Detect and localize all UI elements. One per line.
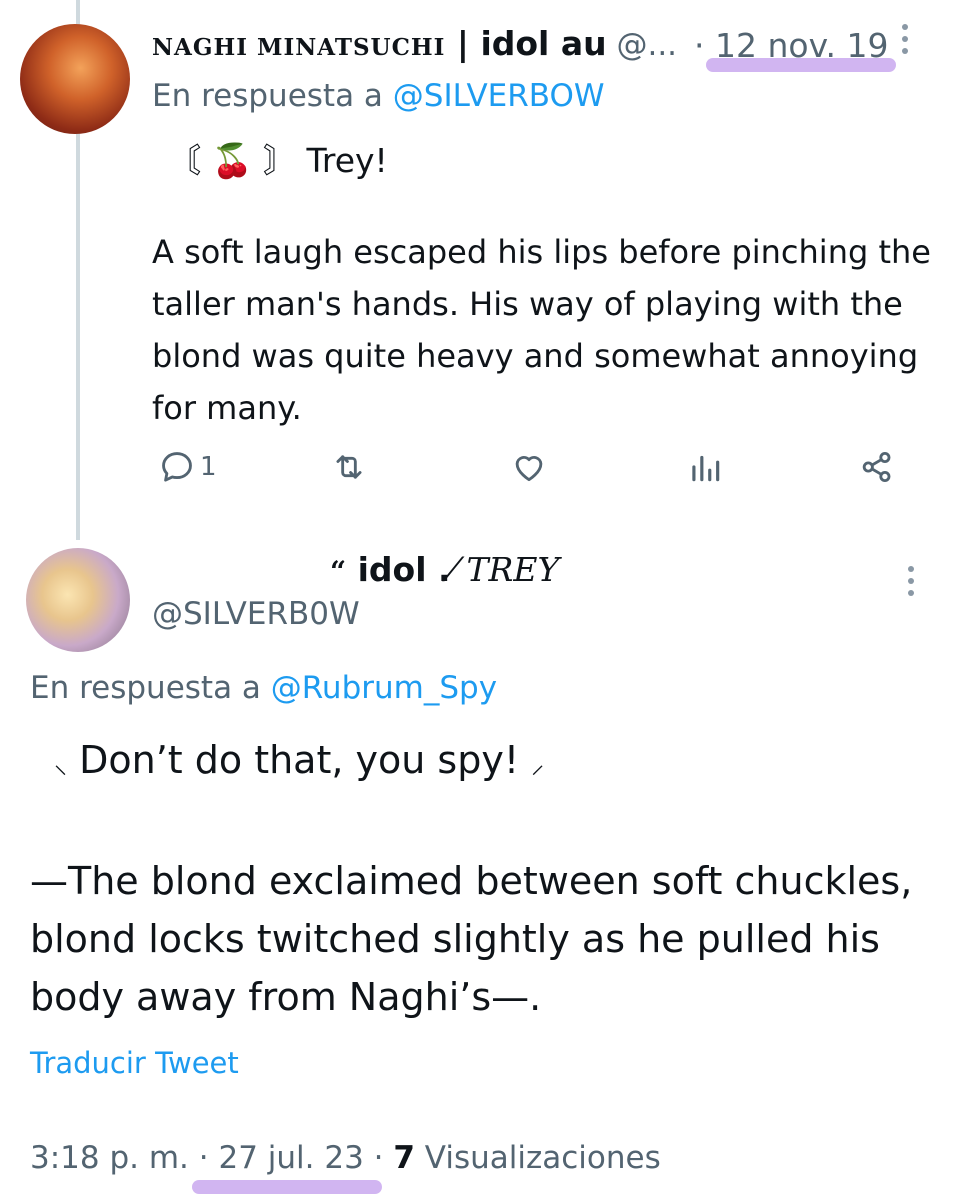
retweet-icon <box>336 455 362 479</box>
reply-context: En respuesta a @SILVERBOW <box>152 78 605 114</box>
share-icon <box>862 451 891 483</box>
avatar[interactable] <box>20 24 130 134</box>
display-name-suffix: | idol au <box>445 24 607 63</box>
views-icon <box>692 455 720 482</box>
tweet1-first-line: 〘 🍒 〙 Trey! <box>168 141 388 180</box>
reply-prefix: En respuesta a <box>152 78 393 114</box>
display-name-italic: ⁄ TREY <box>450 550 560 589</box>
like-button[interactable] <box>510 448 548 488</box>
sparkle-left: ⸜ <box>54 750 68 780</box>
views-button[interactable] <box>686 448 724 488</box>
translate-link[interactable]: Traducir Tweet <box>30 1046 239 1080</box>
tweet1-body: A soft laugh escaped his lips before pin… <box>152 233 931 427</box>
tweet2-author[interactable]: “ idol .⁄ TREY <box>330 550 559 589</box>
reply-to-link[interactable]: @Rubrum_Spy <box>271 670 497 706</box>
tweet-time[interactable]: 3:18 p. m. <box>30 1140 199 1176</box>
reply-context: En respuesta a @Rubrum_Spy <box>30 670 497 706</box>
meta-separator: · <box>363 1140 394 1176</box>
tweet-date[interactable]: · 27 jul. 23 <box>199 1140 364 1176</box>
more-options-icon[interactable] <box>898 566 924 606</box>
user-handle[interactable]: @SILVERB0W <box>152 596 360 632</box>
reply-count: 1 <box>200 452 217 482</box>
display-name: idol . <box>346 550 451 589</box>
tweet2-meta: 3:18 p. m. · 27 jul. 23 · 7 Visualizacio… <box>30 1140 661 1176</box>
heart-icon <box>515 456 543 482</box>
views-label: Visualizaciones <box>414 1140 661 1176</box>
user-handle: @... <box>606 27 678 63</box>
reply-button[interactable] <box>158 448 196 488</box>
reply-to-link[interactable]: @SILVERBOW <box>393 78 605 114</box>
tweet2-body: —The blond exclaimed between soft chuckl… <box>30 859 913 1019</box>
display-name-quote: “ <box>330 555 347 588</box>
tweet1-author[interactable]: NAGHI MINATSUCHI | idol au @... <box>152 24 677 63</box>
share-button[interactable] <box>858 448 896 488</box>
reply-prefix: En respuesta a <box>30 670 271 706</box>
tweet2-first-line: ⸜ Don’t do that, you spy! ⸝ <box>54 738 544 782</box>
date-highlight-mark <box>192 1180 382 1194</box>
more-options-icon[interactable] <box>892 24 918 64</box>
reply-icon <box>162 452 192 482</box>
sparkle-right: ⸝ <box>531 750 545 780</box>
display-name: NAGHI MINATSUCHI <box>152 34 446 61</box>
views-count: 7 <box>393 1140 415 1176</box>
first-line-text: Don’t do that, you spy! <box>67 738 532 782</box>
retweet-button[interactable] <box>330 448 368 488</box>
avatar[interactable] <box>26 548 130 652</box>
tweet1-date[interactable]: · 12 nov. 19 <box>694 26 889 65</box>
